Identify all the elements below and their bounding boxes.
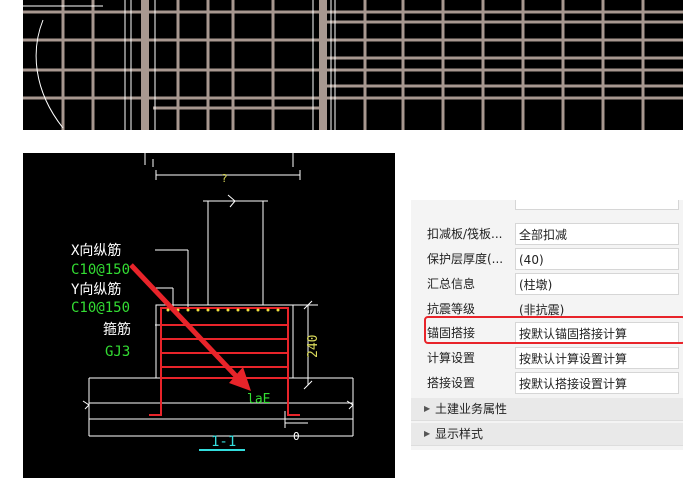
property-name: 搭接设置 — [417, 371, 515, 395]
expand-triangle-icon[interactable]: ▶ — [424, 398, 430, 420]
cover-dimension-text: 0 — [293, 430, 300, 443]
anchor-length-label: laE — [247, 392, 270, 407]
height-dimension-text: 240 — [306, 335, 321, 358]
section-label: 显示样式 — [435, 427, 484, 441]
property-row-summary[interactable]: 汇总信息 (柱墩) — [411, 272, 683, 296]
x-bar-label: X向纵筋 — [71, 242, 121, 259]
x-bar-spec: C10@150 — [71, 262, 130, 278]
section-display-style[interactable]: ▶ 显示样式 — [411, 423, 683, 446]
y-bar-label: Y向纵筋 — [71, 281, 121, 298]
top-dimension-text: ? — [221, 172, 228, 185]
property-name: 扣减板/筏板... — [417, 222, 515, 246]
rebar-plan-drawing — [23, 0, 683, 130]
property-value-field[interactable]: (40) — [515, 248, 679, 270]
property-name: 计算设置 — [417, 346, 515, 370]
property-value-field[interactable]: 全部扣减 — [515, 223, 679, 245]
property-row-lap[interactable]: 搭接设置 按默认搭接设置计算 — [411, 371, 683, 395]
section-civil-properties[interactable]: ▶ 土建业务属性 — [411, 398, 683, 421]
stirrup-spec: GJ3 — [105, 344, 130, 360]
section-1-1-drawing: ? 240 0 X向纵筋 C10@150 Y向纵筋 C10@150 箍筋 GJ3… — [71, 153, 354, 451]
stirrup-label: 箍筋 — [103, 321, 131, 338]
property-value-partial[interactable] — [515, 200, 679, 210]
highlight-box — [424, 316, 683, 344]
property-value-field[interactable]: 按默认计算设置计算 — [515, 347, 679, 369]
property-row-calc[interactable]: 计算设置 按默认计算设置计算 — [411, 346, 683, 370]
property-row-deduct[interactable]: 扣减板/筏板... 全部扣减 — [411, 222, 683, 246]
cad-section-viewport[interactable]: ? 240 0 X向纵筋 C10@150 Y向纵筋 C10@150 箍筋 GJ3… — [23, 153, 395, 478]
property-value-field[interactable]: (柱墩) — [515, 273, 679, 295]
section-label: 土建业务属性 — [435, 402, 508, 416]
property-row-partial — [411, 200, 683, 212]
property-name: 汇总信息 — [417, 272, 515, 296]
cad-plan-viewport[interactable] — [23, 0, 683, 130]
expand-triangle-icon[interactable]: ▶ — [424, 423, 430, 445]
property-value-field[interactable]: 按默认搭接设置计算 — [515, 372, 679, 394]
section-title: 1-1 — [211, 434, 236, 450]
property-name: 保护层厚度(... — [417, 247, 515, 271]
y-bar-spec: C10@150 — [71, 300, 130, 316]
property-row-cover[interactable]: 保护层厚度(... (40) — [411, 247, 683, 271]
annotation-arrow-icon — [129, 263, 251, 391]
